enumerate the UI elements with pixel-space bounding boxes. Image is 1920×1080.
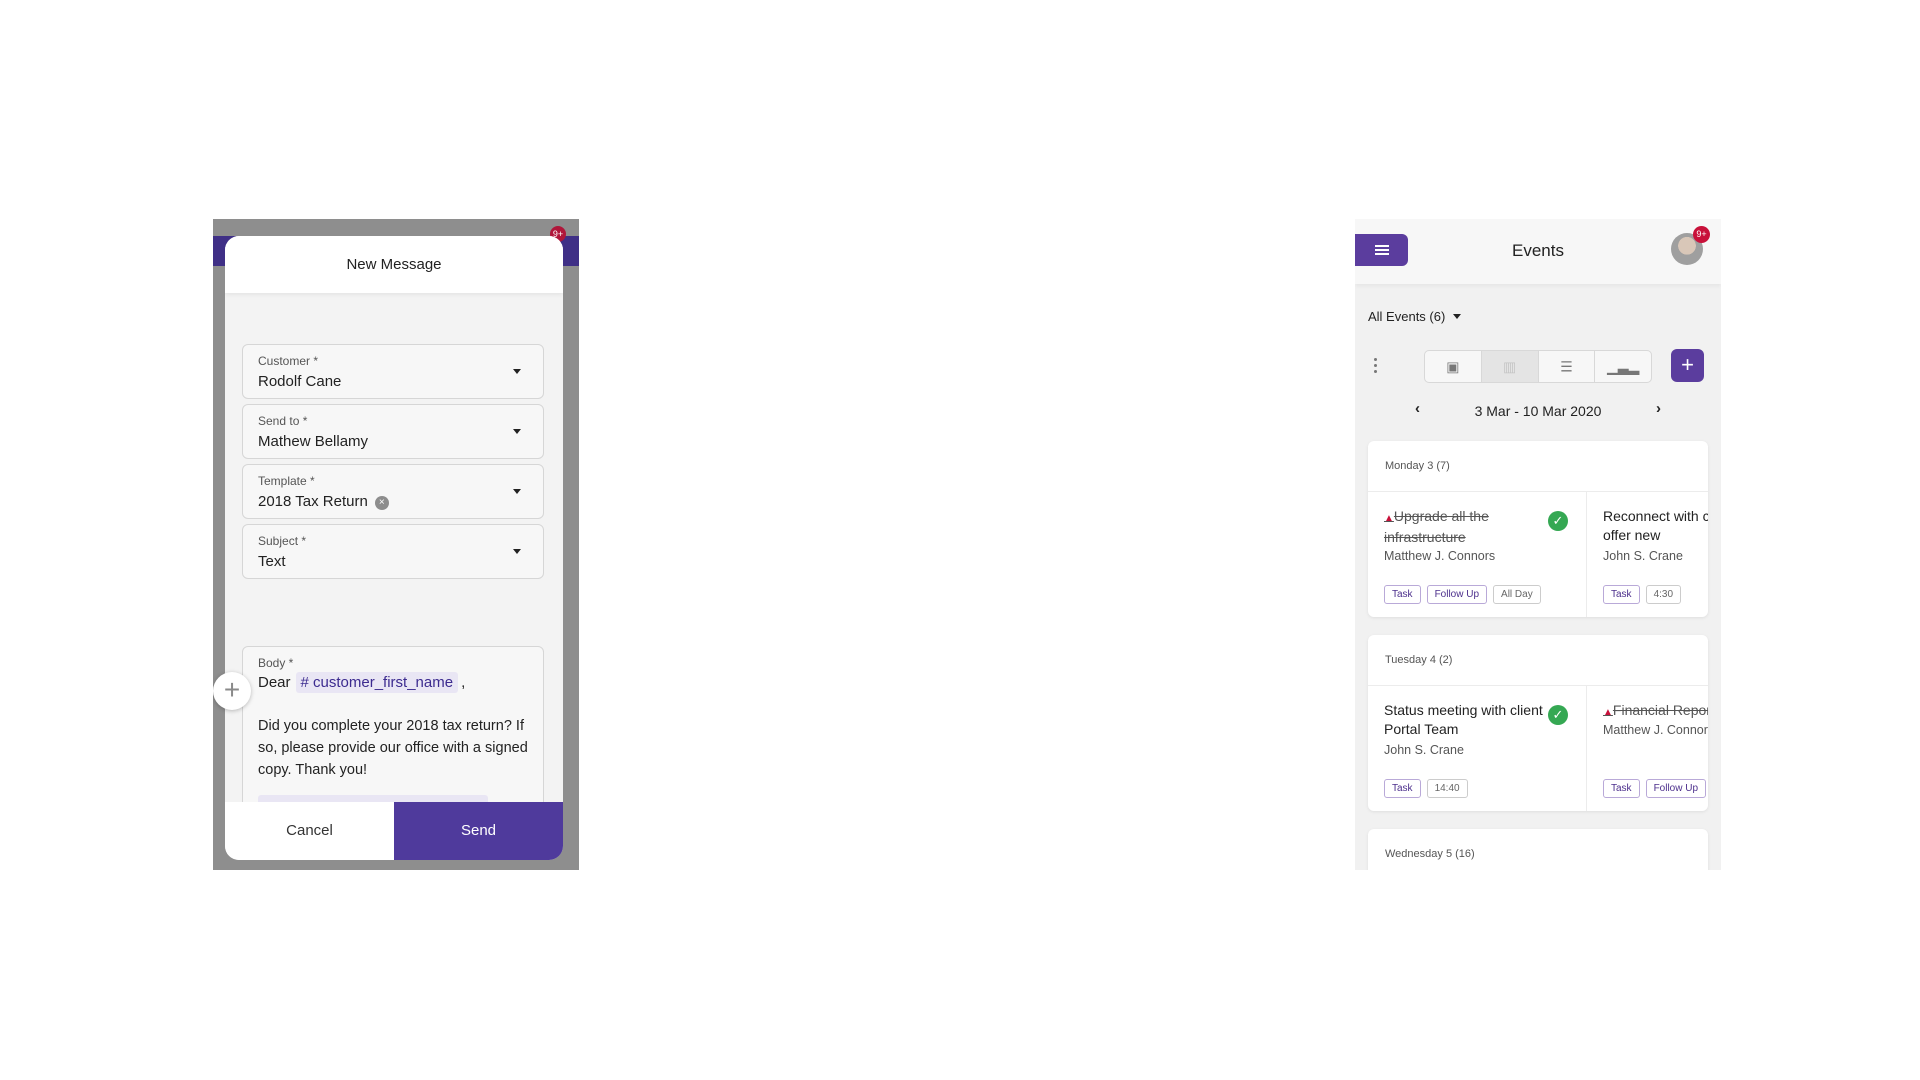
- tag-chip: 4:30: [1645, 585, 1682, 604]
- event-tags: Task Follow Up: [1603, 778, 1708, 798]
- body-greeting-line: Dear # customer_first_name,: [258, 672, 466, 693]
- event-tags: Task 14:40: [1384, 778, 1474, 798]
- calendar-icon: ▣: [1446, 358, 1460, 374]
- chevron-down-icon[interactable]: [513, 549, 521, 554]
- filter-label: All Events (6): [1368, 309, 1446, 324]
- cancel-button[interactable]: Cancel: [225, 802, 394, 860]
- event-card[interactable]: Reconnect with client to offer new John …: [1587, 492, 1708, 617]
- page-title: Events: [1512, 241, 1564, 260]
- body-text[interactable]: Did you complete your 2018 tax return? I…: [258, 715, 533, 781]
- event-title: ▲Financial Report: [1603, 701, 1708, 722]
- app-header: Events 9+: [1355, 219, 1721, 284]
- events-screen: Events 9+ All Events (6) ▣ ▥ ☰ ▁▃▂ + ‹ 3…: [1355, 219, 1721, 870]
- view-switcher: ▣ ▥ ☰ ▁▃▂: [1424, 350, 1652, 383]
- body-label: Body *: [258, 656, 294, 670]
- template-select[interactable]: Template * 2018 Tax Return ×: [242, 464, 544, 519]
- more-options-icon[interactable]: [1374, 358, 1378, 376]
- chevron-down-icon: [1453, 314, 1462, 319]
- body-editor[interactable]: Body * Dear # customer_first_name, Did yo…: [242, 646, 544, 826]
- notification-badge: 9+: [1693, 226, 1710, 243]
- event-title-text: Upgrade all the infrastructure: [1384, 508, 1489, 545]
- customer-select[interactable]: Customer * Rodolf Cane: [242, 344, 544, 399]
- events-row: ▲Upgrade all the infrastructure Matthew …: [1368, 492, 1708, 617]
- tag-chip: All Day: [1493, 585, 1541, 604]
- event-card[interactable]: ▲Financial Report Matthew J. Connors Tas…: [1587, 686, 1708, 811]
- new-message-modal: New Message Customer * Rodolf Cane Send …: [225, 236, 563, 860]
- tag-chip: Task: [1384, 585, 1421, 604]
- columns-icon: ▥: [1503, 358, 1517, 374]
- next-week-icon[interactable]: ›: [1656, 400, 1661, 417]
- event-tags: Task 4:30: [1603, 584, 1687, 604]
- view-calendar-button[interactable]: ▣: [1425, 351, 1482, 382]
- subject-label: Subject *: [258, 534, 307, 548]
- tag-chip: Follow Up: [1645, 779, 1707, 798]
- view-list-button[interactable]: ☰: [1539, 351, 1596, 382]
- tag-chip: Follow Up: [1426, 585, 1488, 604]
- day-header: Tuesday 4 (2): [1368, 635, 1708, 686]
- event-title-text: Financial Report: [1612, 702, 1708, 718]
- chevron-down-icon[interactable]: [513, 369, 521, 374]
- event-assignee: Matthew J. Connors: [1384, 549, 1496, 563]
- date-range: 3 Mar - 10 Mar 2020: [1474, 403, 1602, 419]
- event-assignee: John S. Crane: [1384, 743, 1464, 757]
- list-icon: ☰: [1560, 358, 1573, 374]
- event-assignee: John S. Crane: [1603, 549, 1683, 563]
- alert-icon: ▲: [1603, 707, 1613, 718]
- tag-chip: 14:40: [1426, 779, 1468, 798]
- send-to-label: Send to *: [258, 414, 308, 428]
- new-message-screen: 9+ New Message Customer * Rodolf Cane Se…: [213, 219, 579, 870]
- template-value: 2018 Tax Return ×: [258, 493, 389, 510]
- greeting-comma: ,: [461, 674, 466, 691]
- view-chart-button[interactable]: ▁▃▂: [1595, 351, 1651, 382]
- events-filter-dropdown[interactable]: All Events (6): [1368, 309, 1462, 324]
- customer-value: Rodolf Cane: [258, 373, 342, 390]
- events-row: Status meeting with client Portal Team J…: [1368, 686, 1708, 811]
- add-event-button[interactable]: +: [1671, 349, 1704, 382]
- tag-chip: Task: [1603, 779, 1640, 798]
- template-label: Template *: [258, 474, 315, 488]
- check-icon[interactable]: ✓: [1548, 705, 1568, 725]
- day-header: Wednesday 5 (16): [1368, 829, 1708, 870]
- event-tags: Task Follow Up All Day: [1384, 584, 1547, 604]
- day-card-wednesday: Wednesday 5 (16): [1368, 829, 1708, 870]
- event-title: ▲Upgrade all the infrastructure: [1384, 507, 1544, 547]
- tag-chip: Task: [1603, 585, 1640, 604]
- chevron-down-icon[interactable]: [513, 489, 521, 494]
- template-value-text: 2018 Tax Return: [258, 493, 368, 510]
- day-card-monday: Monday 3 (7) ▲Upgrade all the infrastruc…: [1368, 441, 1708, 617]
- subject-value: Text: [258, 553, 286, 570]
- send-to-select[interactable]: Send to * Mathew Bellamy: [242, 404, 544, 459]
- day-header: Monday 3 (7): [1368, 441, 1708, 492]
- event-card[interactable]: ▲Upgrade all the infrastructure Matthew …: [1368, 492, 1587, 617]
- add-icon[interactable]: +: [213, 672, 251, 710]
- tag-chip: Task: [1384, 779, 1421, 798]
- send-to-value: Mathew Bellamy: [258, 433, 369, 450]
- event-title: Status meeting with client Portal Team: [1384, 702, 1543, 737]
- check-icon[interactable]: ✓: [1548, 511, 1568, 531]
- event-assignee: Matthew J. Connors: [1603, 723, 1708, 737]
- subject-select[interactable]: Subject * Text: [242, 524, 544, 579]
- send-button[interactable]: Send: [394, 802, 563, 860]
- day-card-tuesday: Tuesday 4 (2) Status meeting with client…: [1368, 635, 1708, 811]
- chevron-down-icon[interactable]: [513, 429, 521, 434]
- event-title: Reconnect with client to offer new: [1603, 508, 1708, 543]
- event-card[interactable]: Status meeting with client Portal Team J…: [1368, 686, 1587, 811]
- chart-icon: ▁▃▂: [1606, 358, 1640, 374]
- merge-tag[interactable]: # customer_first_name: [295, 672, 459, 693]
- modal-title: New Message: [225, 236, 563, 293]
- customer-label: Customer *: [258, 354, 319, 368]
- alert-icon: ▲: [1384, 513, 1394, 524]
- greeting-text: Dear: [258, 674, 291, 691]
- modal-footer: Cancel Send: [225, 802, 563, 860]
- view-columns-button[interactable]: ▥: [1481, 351, 1539, 382]
- clear-icon[interactable]: ×: [374, 496, 389, 510]
